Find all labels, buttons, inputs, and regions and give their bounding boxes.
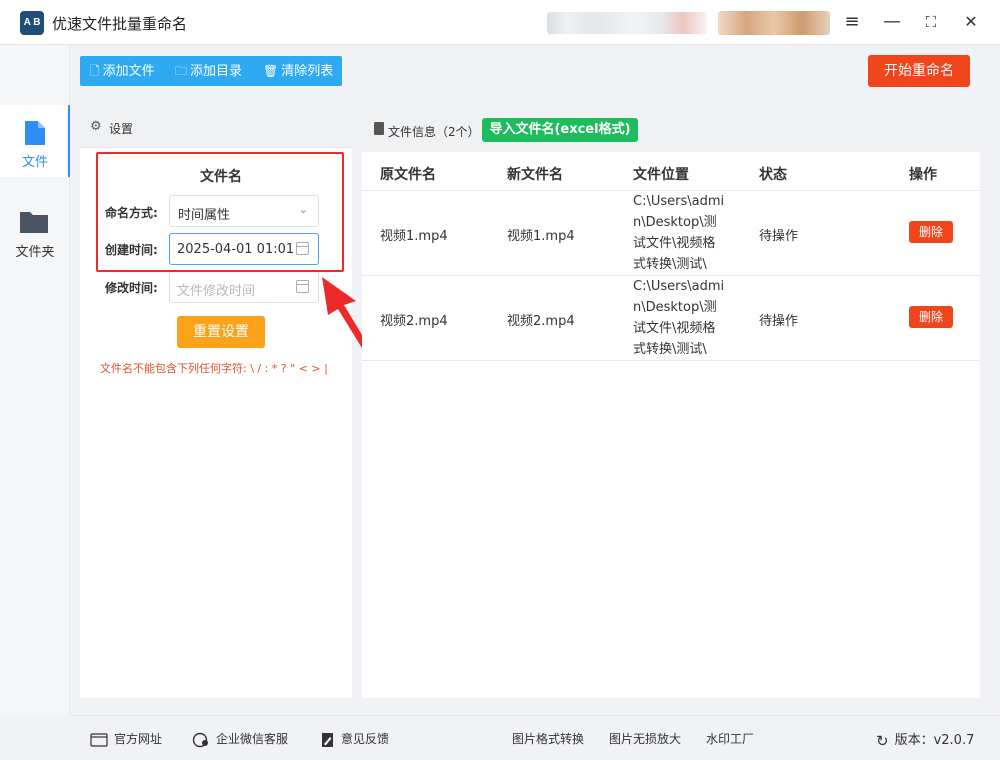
title-bar: A B 优速文件批量重命名 ≡ — ⛶ ✕ xyxy=(0,0,1000,45)
add-file-button[interactable]: 🗋 添加文件 xyxy=(90,56,155,86)
clear-list-button[interactable]: 🗑 清除列表 xyxy=(263,56,333,86)
settings-title: 设置 xyxy=(109,122,134,136)
website-icon xyxy=(90,732,108,747)
new-filename: 视频2.mp4 xyxy=(507,314,575,329)
folder-icon xyxy=(20,212,48,233)
image-enlarge-link[interactable]: 图片无损放大 xyxy=(609,730,681,747)
naming-mode-select[interactable]: 时间属性 ⌄ xyxy=(169,195,319,227)
file-status: 待操作 xyxy=(759,314,799,329)
calendar-icon[interactable] xyxy=(296,280,309,293)
wechat-label: 企业微信客服 xyxy=(216,732,289,746)
file-location: C:\Users\admin\Desktop\测试文件\视频格式转换\测试\ xyxy=(633,194,725,272)
nav-item-file[interactable]: 文件 xyxy=(0,105,70,177)
settings-panel: ⚙ 设置 文件名 命名方式: 时间属性 ⌄ 创建时间: 2025-04-01 0… xyxy=(80,108,352,698)
start-rename-button[interactable]: 开始重命名 xyxy=(868,55,970,87)
col-header-location: 文件位置 xyxy=(633,167,689,183)
col-header-status: 状态 xyxy=(759,167,787,183)
footer-bar: 官方网址 企业微信客服 意见反馈 图片格式转换 图片无损放大 水印工厂 ↻ 版本：… xyxy=(70,715,1000,760)
blurred-account-info xyxy=(547,12,707,34)
modified-time-placeholder: 文件修改时间 xyxy=(177,284,256,299)
nav-item-folder[interactable]: 文件夹 xyxy=(0,195,70,267)
minimize-icon[interactable]: — xyxy=(878,8,906,36)
delete-button[interactable]: 删除 xyxy=(909,221,953,243)
col-header-new: 新文件名 xyxy=(507,167,563,183)
naming-mode-value: 时间属性 xyxy=(178,208,231,223)
left-nav: 文件 文件夹 xyxy=(0,45,70,715)
add-file-icon: 🗋 xyxy=(90,64,100,78)
feedback-label: 意见反馈 xyxy=(341,732,390,746)
file-list-panel: 文件信息（2个） 导入文件名(excel格式) 原文件名 新文件名 文件位置 状… xyxy=(362,108,980,698)
import-excel-button[interactable]: 导入文件名(excel格式) xyxy=(482,118,638,142)
chevron-down-icon: ⌄ xyxy=(298,203,308,216)
website-label: 官方网址 xyxy=(114,732,163,746)
gear-icon: ⚙ xyxy=(90,119,102,134)
file-status: 待操作 xyxy=(759,229,799,244)
row-divider xyxy=(362,360,980,361)
blurred-user-avatar[interactable] xyxy=(718,11,830,35)
created-time-input[interactable]: 2025-04-01 01:01 xyxy=(169,233,319,265)
file-count-title: 文件信息（2个） xyxy=(388,125,480,139)
add-file-label: 添加文件 xyxy=(102,64,155,79)
modified-time-label: 修改时间: xyxy=(105,281,158,295)
document-icon xyxy=(374,122,384,135)
toolbar: 🗋 添加文件 🗀 添加目录 🗑 清除列表 xyxy=(80,56,342,86)
app-title: 优速文件批量重命名 xyxy=(52,15,188,33)
add-dir-button[interactable]: 🗀 添加目录 xyxy=(175,56,242,86)
reset-settings-button[interactable]: 重置设置 xyxy=(177,316,265,348)
original-filename: 视频2.mp4 xyxy=(380,314,448,329)
website-link[interactable]: 官方网址 xyxy=(90,730,162,747)
menu-icon[interactable]: ≡ xyxy=(838,8,866,36)
file-icon xyxy=(25,121,45,145)
feedback-icon xyxy=(322,732,333,747)
close-icon[interactable]: ✕ xyxy=(957,8,985,36)
file-panel-header: 文件信息（2个） 导入文件名(excel格式) xyxy=(362,108,980,152)
invalid-chars-warning: 文件名不能包含下列任何字符: \ / : * ? " < > | xyxy=(100,362,328,375)
nav-label-file: 文件 xyxy=(21,155,48,170)
new-filename: 视频1.mp4 xyxy=(507,229,575,244)
app-logo-icon: A B xyxy=(20,11,44,35)
modified-time-input[interactable]: 文件修改时间 xyxy=(169,271,319,303)
filename-section-title: 文件名 xyxy=(200,169,242,185)
created-time-label: 创建时间: xyxy=(105,243,158,257)
naming-mode-label: 命名方式: xyxy=(105,206,158,220)
created-time-value: 2025-04-01 01:01 xyxy=(177,242,295,257)
trash-icon: 🗑 xyxy=(263,64,279,78)
delete-button[interactable]: 删除 xyxy=(909,306,953,328)
maximize-icon[interactable]: ⛶ xyxy=(917,8,945,36)
col-header-original: 原文件名 xyxy=(380,167,436,183)
image-convert-link[interactable]: 图片格式转换 xyxy=(512,730,584,747)
original-filename: 视频1.mp4 xyxy=(380,229,448,244)
add-dir-icon: 🗀 xyxy=(175,64,188,78)
version-info[interactable]: ↻ 版本：v2.0.7 xyxy=(876,729,974,750)
calendar-icon[interactable] xyxy=(296,242,309,255)
wechat-service-link[interactable]: 企业微信客服 xyxy=(192,730,288,748)
wechat-icon xyxy=(192,732,208,747)
nav-label-folder: 文件夹 xyxy=(15,245,55,260)
refresh-icon: ↻ xyxy=(876,731,889,750)
feedback-link[interactable]: 意见反馈 xyxy=(320,730,389,748)
version-label: 版本：v2.0.7 xyxy=(894,733,975,748)
clear-list-label: 清除列表 xyxy=(281,64,334,79)
watermark-link[interactable]: 水印工厂 xyxy=(706,730,754,747)
file-location: C:\Users\admin\Desktop\测试文件\视频格式转换\测试\ xyxy=(633,279,725,357)
settings-header: ⚙ 设置 xyxy=(80,108,352,148)
col-header-action: 操作 xyxy=(909,167,937,183)
add-dir-label: 添加目录 xyxy=(190,64,243,79)
